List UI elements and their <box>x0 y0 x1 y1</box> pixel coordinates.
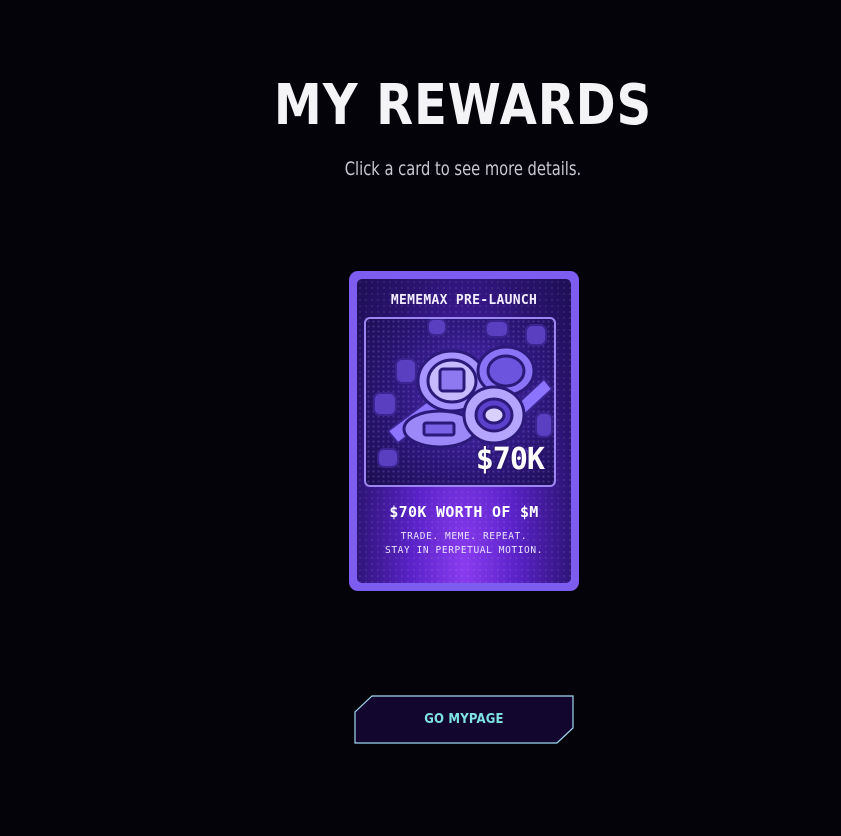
reward-card-worth: $70K WORTH OF $M <box>389 503 539 521</box>
reward-card-body: MEMEMAX PRE-LAUNCH $70K $70K WORTH OF $M… <box>357 279 571 583</box>
reward-card-tagline-line2: STAY IN PERPETUAL MOTION. <box>385 545 543 556</box>
reward-card-artwork: $70K <box>364 317 556 487</box>
reward-card-title: MEMEMAX PRE-LAUNCH <box>390 293 538 308</box>
go-mypage-button[interactable]: GO MYPAGE <box>354 695 574 744</box>
reward-card-value: $70K <box>475 442 545 477</box>
page-subtitle: Click a card to see more details. <box>344 158 582 180</box>
go-mypage-label: GO MYPAGE <box>424 712 504 727</box>
reward-card[interactable]: MEMEMAX PRE-LAUNCH $70K $70K WORTH OF $M… <box>349 271 579 591</box>
page-title: MY REWARDS <box>273 73 653 138</box>
reward-card-tagline-line1: TRADE. MEME. REPEAT. <box>400 531 528 542</box>
